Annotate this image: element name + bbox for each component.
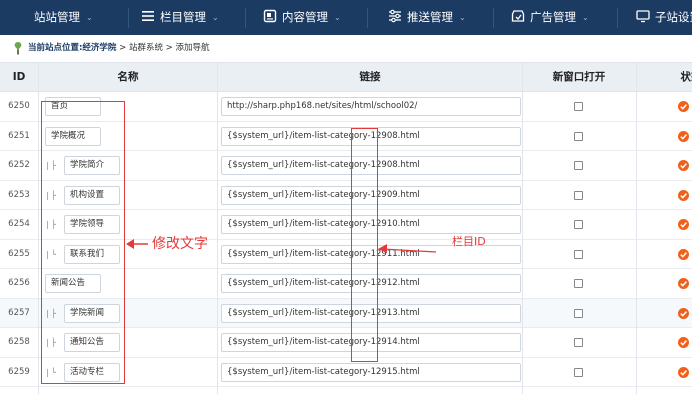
new-window-checkbox[interactable] bbox=[574, 279, 583, 288]
new-window-checkbox[interactable] bbox=[574, 338, 583, 347]
nav-label: 子站设置 bbox=[655, 10, 692, 24]
status-check-icon[interactable] bbox=[678, 337, 689, 348]
nav-column-management[interactable]: 栏目管理 ⌄ bbox=[141, 0, 219, 35]
nav-divider bbox=[617, 8, 618, 28]
breadcrumb-path: > 站群系统 > 添加导航 bbox=[116, 43, 210, 53]
chevron-down-icon: ⌄ bbox=[212, 13, 219, 22]
status-check-icon[interactable] bbox=[678, 189, 689, 201]
nav-site-management[interactable]: 站站管理 ⌄ bbox=[34, 0, 93, 35]
monitor-icon bbox=[636, 10, 650, 23]
column-divider bbox=[217, 62, 218, 394]
sliders-icon bbox=[389, 9, 401, 23]
link-input[interactable]: http://sharp.php168.net/sites/html/schoo… bbox=[221, 97, 521, 116]
status-check-icon[interactable] bbox=[678, 307, 689, 319]
nav-label: 推送管理 bbox=[407, 10, 453, 24]
header-id: ID bbox=[12, 71, 26, 83]
status-check-icon[interactable] bbox=[678, 130, 689, 142]
new-window-checkbox[interactable] bbox=[574, 102, 583, 111]
row-id: 6253 bbox=[8, 189, 30, 200]
new-window-checkbox[interactable] bbox=[574, 161, 583, 170]
chevron-down-icon: ⌄ bbox=[86, 13, 93, 22]
nav-divider bbox=[245, 8, 246, 28]
header-name: 名称 bbox=[117, 71, 139, 83]
column-divider bbox=[636, 62, 637, 394]
annotation-column-id: 栏目ID bbox=[452, 235, 486, 248]
row-id: 6258 bbox=[8, 337, 30, 347]
header-status: 状态 bbox=[680, 71, 692, 83]
row-id: 6251 bbox=[8, 130, 30, 141]
new-window-checkbox[interactable] bbox=[574, 367, 583, 377]
row-id: 6255 bbox=[8, 248, 30, 259]
chevron-down-icon: ⌄ bbox=[459, 13, 466, 22]
new-window-checkbox[interactable] bbox=[574, 220, 583, 229]
table-header: ID 名称 链接 新窗口打开 状态 bbox=[0, 62, 692, 92]
nav-subsite-settings[interactable]: 子站设置 bbox=[636, 0, 692, 35]
status-check-icon[interactable] bbox=[678, 248, 689, 260]
top-navigation: 站站管理 ⌄ 栏目管理 ⌄ 内容管理 ⌄ 推送管理 ⌄ 广告管理 ⌄ 子站设置 bbox=[0, 0, 692, 35]
row-id: 6254 bbox=[8, 219, 30, 229]
breadcrumb: 当前站点位置:经济学院 > 站群系统 > 添加导航 bbox=[0, 36, 692, 60]
ad-icon bbox=[511, 10, 525, 22]
nav-label: 内容管理 bbox=[282, 10, 328, 24]
annotation-id-box bbox=[351, 128, 378, 362]
nav-label: 广告管理 bbox=[530, 10, 576, 24]
header-link: 链接 bbox=[359, 71, 381, 83]
row-id: 6252 bbox=[8, 160, 30, 170]
nav-push-management[interactable]: 推送管理 ⌄ bbox=[388, 0, 466, 35]
location-pin-icon bbox=[14, 42, 22, 55]
link-input[interactable]: {$system_url}/item-list-category-12915.h… bbox=[221, 362, 521, 382]
status-check-icon[interactable] bbox=[678, 219, 689, 230]
annotation-edit-text: 修改文字 bbox=[152, 236, 208, 252]
chevron-down-icon: ⌄ bbox=[334, 13, 341, 22]
nav-divider bbox=[367, 8, 368, 28]
header-new-window: 新窗口打开 bbox=[552, 71, 606, 83]
column-divider bbox=[522, 62, 523, 394]
row-id: 6259 bbox=[8, 366, 30, 377]
nav-ad-management[interactable]: 广告管理 ⌄ bbox=[511, 0, 589, 35]
chevron-down-icon: ⌄ bbox=[582, 13, 589, 22]
breadcrumb-site-link[interactable]: 经济学院 bbox=[82, 43, 116, 53]
nav-content-management[interactable]: 内容管理 ⌄ bbox=[263, 0, 341, 35]
nav-label: 栏目管理 bbox=[160, 10, 206, 24]
column-divider bbox=[38, 62, 39, 394]
new-window-checkbox[interactable] bbox=[574, 190, 583, 200]
breadcrumb-label: 当前站点位置: bbox=[28, 43, 83, 53]
arrow-left-icon bbox=[378, 244, 437, 253]
status-check-icon[interactable] bbox=[678, 101, 689, 112]
content-icon bbox=[263, 9, 277, 23]
status-check-icon[interactable] bbox=[678, 160, 689, 171]
status-check-icon[interactable] bbox=[678, 278, 689, 289]
list-icon bbox=[142, 11, 154, 21]
nav-divider bbox=[493, 8, 494, 28]
row-id: 6257 bbox=[8, 307, 30, 318]
row-id: 6250 bbox=[8, 101, 30, 111]
nav-label: 站站管理 bbox=[34, 10, 80, 24]
new-window-checkbox[interactable] bbox=[574, 308, 583, 318]
nav-divider bbox=[128, 8, 129, 28]
status-check-icon[interactable] bbox=[678, 366, 689, 378]
new-window-checkbox[interactable] bbox=[574, 131, 583, 141]
row-id: 6256 bbox=[8, 278, 30, 288]
new-window-checkbox[interactable] bbox=[574, 249, 583, 259]
annotation-name-box bbox=[41, 101, 125, 384]
